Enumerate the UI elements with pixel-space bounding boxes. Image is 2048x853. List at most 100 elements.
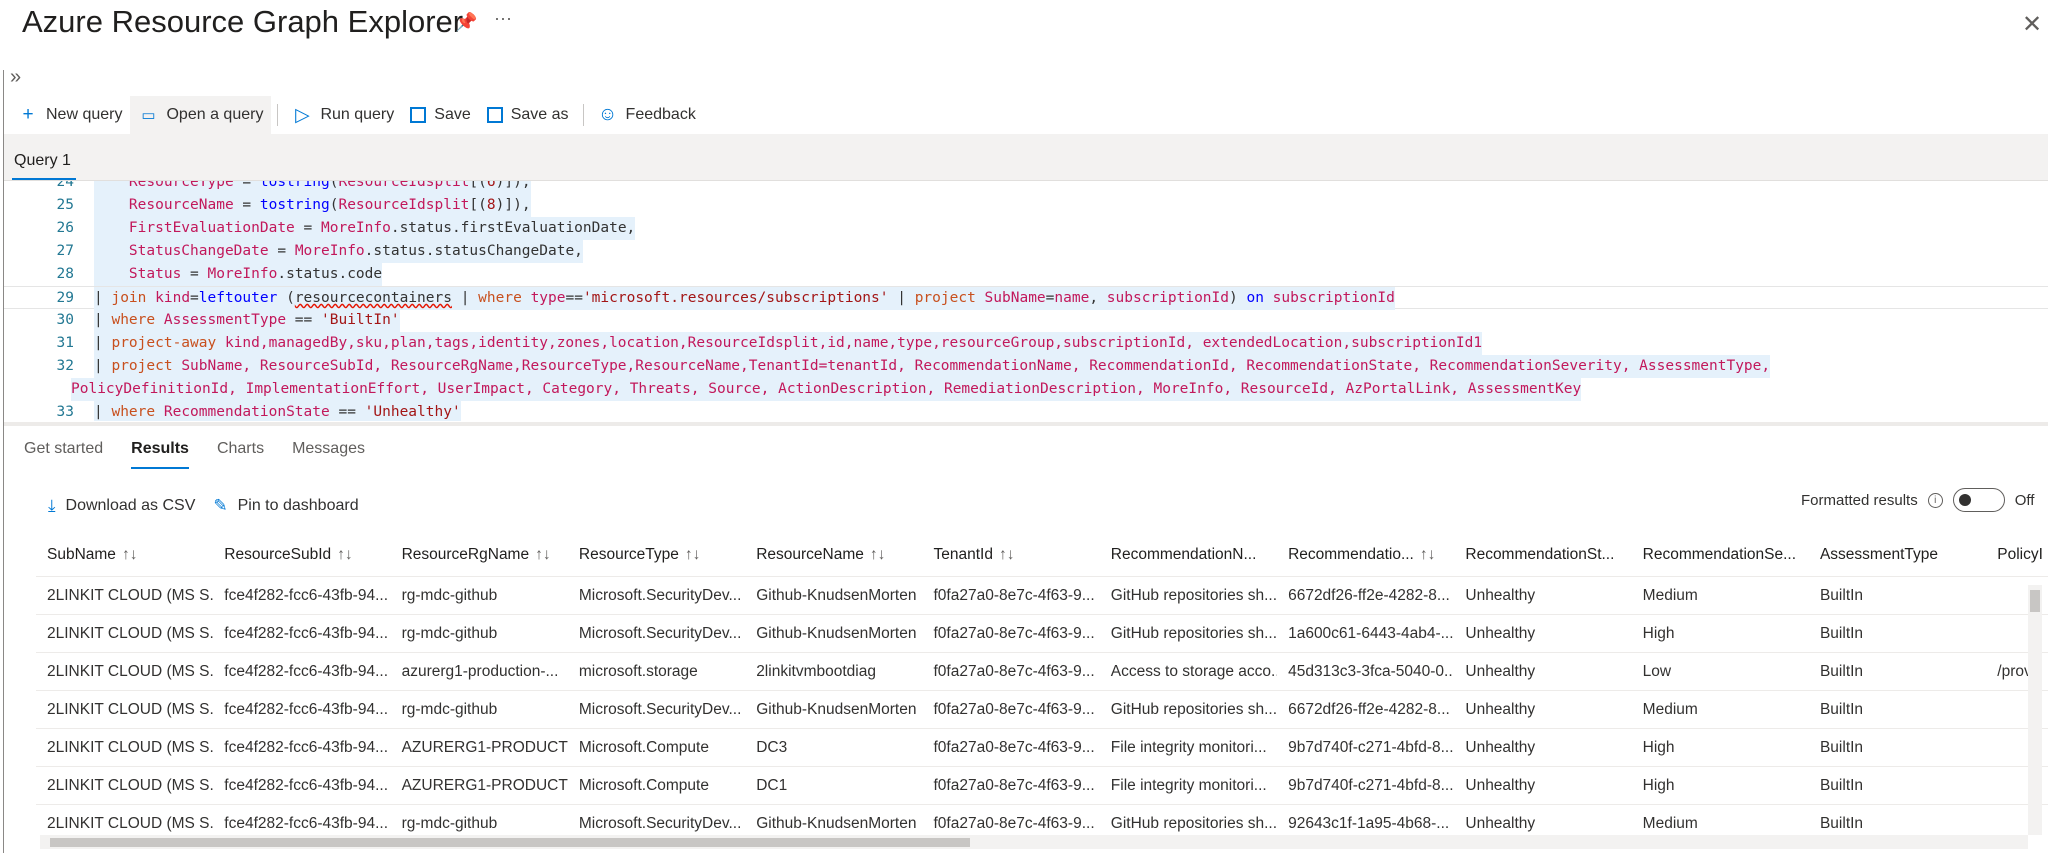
- line-number: 33: [56, 404, 74, 420]
- table-cell: 6672df26-ff2e-4282-8...: [1288, 586, 1450, 604]
- sort-icon[interactable]: ↑↓: [1420, 546, 1436, 563]
- code-token: name: [1054, 290, 1090, 306]
- table-cell: Unhealthy: [1465, 776, 1536, 794]
- code-line[interactable]: 29 | join kind=leftouter (resourcecontain…: [4, 286, 2048, 310]
- code-token: PolicyDefinitionId, ImplementationEffort…: [71, 381, 1582, 397]
- save-button[interactable]: Save: [402, 96, 478, 134]
- table-row[interactable]: 2LINKIT CLOUD (MS S... fce4f282-fcc6-43fb…: [36, 577, 2048, 615]
- table-row[interactable]: 2LINKIT CLOUD (MS S... fce4f282-fcc6-43fb…: [36, 691, 2048, 729]
- column-header[interactable]: PolicyI: [1986, 546, 2048, 564]
- column-header[interactable]: Recommendatio... ↑↓: [1277, 546, 1454, 564]
- table-cell: 2linkitvmbootdiag: [756, 662, 876, 680]
- code-line[interactable]: 27 StatusChangeDate = MoreInfo.status.st…: [4, 240, 2048, 263]
- close-icon[interactable]: ✕: [2022, 10, 2042, 39]
- code-token: )]),: [495, 181, 531, 190]
- run-query-button[interactable]: ▷ Run query: [284, 96, 402, 134]
- info-icon[interactable]: i: [1927, 492, 1943, 508]
- pane-splitter[interactable]: [4, 422, 2048, 426]
- column-header[interactable]: AssessmentType: [1809, 546, 1986, 564]
- table-row[interactable]: 2LINKIT CLOUD (MS S... fce4f282-fcc6-43fb…: [36, 767, 2048, 805]
- column-header-label: PolicyI: [1997, 545, 2043, 563]
- column-header[interactable]: SubName ↑↓: [36, 546, 213, 564]
- sort-icon[interactable]: ↑↓: [870, 546, 886, 563]
- table-row[interactable]: 2LINKIT CLOUD (MS S... fce4f282-fcc6-43fb…: [36, 805, 2048, 833]
- column-header[interactable]: ResourceRgName ↑↓: [391, 546, 568, 564]
- horizontal-scrollbar-thumb[interactable]: [50, 838, 970, 847]
- sort-icon[interactable]: ↑↓: [999, 546, 1015, 563]
- tab-results[interactable]: Results: [131, 440, 189, 469]
- tab-get-started[interactable]: Get started: [24, 440, 103, 469]
- tab-messages[interactable]: Messages: [292, 440, 365, 469]
- column-header[interactable]: RecommendationSe...: [1632, 546, 1809, 564]
- code-token: FirstEvaluationDate: [128, 220, 295, 236]
- code-token: |: [94, 358, 112, 374]
- sort-icon[interactable]: ↑↓: [337, 546, 353, 563]
- results-tabs: Get started Results Charts Messages: [24, 440, 393, 469]
- line-number: 31: [56, 335, 74, 351]
- table-row[interactable]: 2LINKIT CLOUD (MS S... fce4f282-fcc6-43fb…: [36, 615, 2048, 653]
- table-row[interactable]: 2LINKIT CLOUD (MS S... fce4f282-fcc6-43fb…: [36, 653, 2048, 691]
- table-cell: GitHub repositories sh...: [1110, 814, 1278, 832]
- code-token: StatusChangeDate: [128, 243, 269, 259]
- column-header-label: ResourceRgName: [401, 545, 530, 563]
- sort-icon[interactable]: ↑↓: [535, 546, 551, 563]
- column-header[interactable]: RecommendationSt...: [1454, 546, 1631, 564]
- table-cell: 9b7d740f-c271-4bfd-8...: [1288, 776, 1454, 794]
- code-token: kind: [155, 290, 191, 306]
- code-token: [(: [469, 181, 487, 190]
- column-header[interactable]: ResourceSubId ↑↓: [213, 546, 390, 564]
- open-query-button[interactable]: ▭ Open a query: [130, 96, 272, 134]
- code-line[interactable]: 31 | project-away kind,managedBy,sku,plan…: [4, 332, 2048, 355]
- table-cell: rg-mdc-github: [401, 624, 498, 642]
- code-line[interactable]: 25 ResourceName = tostring(ResourceIdspl…: [4, 194, 2048, 217]
- line-number: 26: [56, 220, 74, 236]
- formatted-results-label: Formatted results: [1801, 491, 1918, 509]
- code-token: on: [1246, 290, 1273, 306]
- sort-icon[interactable]: ↑↓: [122, 546, 138, 563]
- table-cell: fce4f282-fcc6-43fb-94...: [224, 624, 389, 642]
- code-token: |: [94, 404, 112, 420]
- new-query-button[interactable]: + New query: [10, 96, 130, 134]
- table-cell: BuiltIn: [1819, 624, 1864, 642]
- line-number: 32: [56, 358, 74, 374]
- tab-query-1[interactable]: Query 1: [14, 152, 71, 170]
- pin-icon[interactable]: 📌: [455, 12, 477, 33]
- table-header-row: SubName ↑↓ ResourceSubId ↑↓ ResourceRgName ↑↓…: [36, 533, 2048, 577]
- table-cell: BuiltIn: [1819, 776, 1864, 794]
- column-header-label: AssessmentType: [1819, 545, 1938, 563]
- pin-to-dashboard-button[interactable]: ✎ Pin to dashboard: [213, 496, 358, 516]
- table-cell: 2LINKIT CLOUD (MS S...: [47, 662, 214, 680]
- table-cell: File integrity monitori...: [1110, 738, 1267, 756]
- code-text: ResourceName = tostring(ResourceIdsplit[…: [94, 194, 531, 217]
- table-row[interactable]: 2LINKIT CLOUD (MS S... fce4f282-fcc6-43fb…: [36, 729, 2048, 767]
- column-header-label: ResourceType: [578, 545, 679, 563]
- tab-charts[interactable]: Charts: [217, 440, 264, 469]
- column-header[interactable]: ResourceName ↑↓: [745, 546, 922, 564]
- code-line[interactable]: 33 | where RecommendationState == 'Unheal…: [4, 401, 2048, 421]
- table-cell: High: [1642, 624, 1675, 642]
- more-options-icon[interactable]: ···: [494, 8, 512, 29]
- code-line[interactable]: 30 | where AssessmentType == 'BuiltIn': [4, 309, 2048, 332]
- column-header[interactable]: RecommendationN...: [1100, 546, 1277, 564]
- code-line[interactable]: 26 FirstEvaluationDate = MoreInfo.status…: [4, 217, 2048, 240]
- vertical-scrollbar[interactable]: [2028, 585, 2042, 835]
- formatted-results-toggle[interactable]: [1952, 488, 2005, 512]
- code-token: =: [181, 266, 208, 282]
- expand-sidebar-icon[interactable]: »: [10, 66, 21, 89]
- vertical-scrollbar-thumb[interactable]: [2030, 590, 2040, 612]
- sort-icon[interactable]: ↑↓: [685, 546, 701, 563]
- column-header[interactable]: ResourceType ↑↓: [568, 546, 745, 564]
- column-header[interactable]: TenantId ↑↓: [922, 546, 1099, 564]
- table-cell: BuiltIn: [1819, 738, 1864, 756]
- table-cell: 92643c1f-1a95-4b68-...: [1288, 814, 1450, 832]
- code-line[interactable]: 32 | project SubName, ResourceSubId, Reso…: [4, 355, 2048, 378]
- query-editor[interactable]: 24 ResourceType = tostring(ResourceIdspl…: [4, 181, 2048, 421]
- download-csv-button[interactable]: ⤓ Download as CSV: [48, 496, 195, 516]
- save-as-button[interactable]: Save as: [479, 96, 577, 134]
- code-line[interactable]: PolicyDefinitionId, ImplementationEffort…: [4, 378, 2048, 401]
- code-line[interactable]: 28 Status = MoreInfo.status.code: [4, 263, 2048, 286]
- active-tab-indicator: [12, 178, 76, 180]
- code-line[interactable]: 24 ResourceType = tostring(ResourceIdspl…: [4, 181, 2048, 194]
- feedback-button[interactable]: ☺ Feedback: [590, 96, 704, 134]
